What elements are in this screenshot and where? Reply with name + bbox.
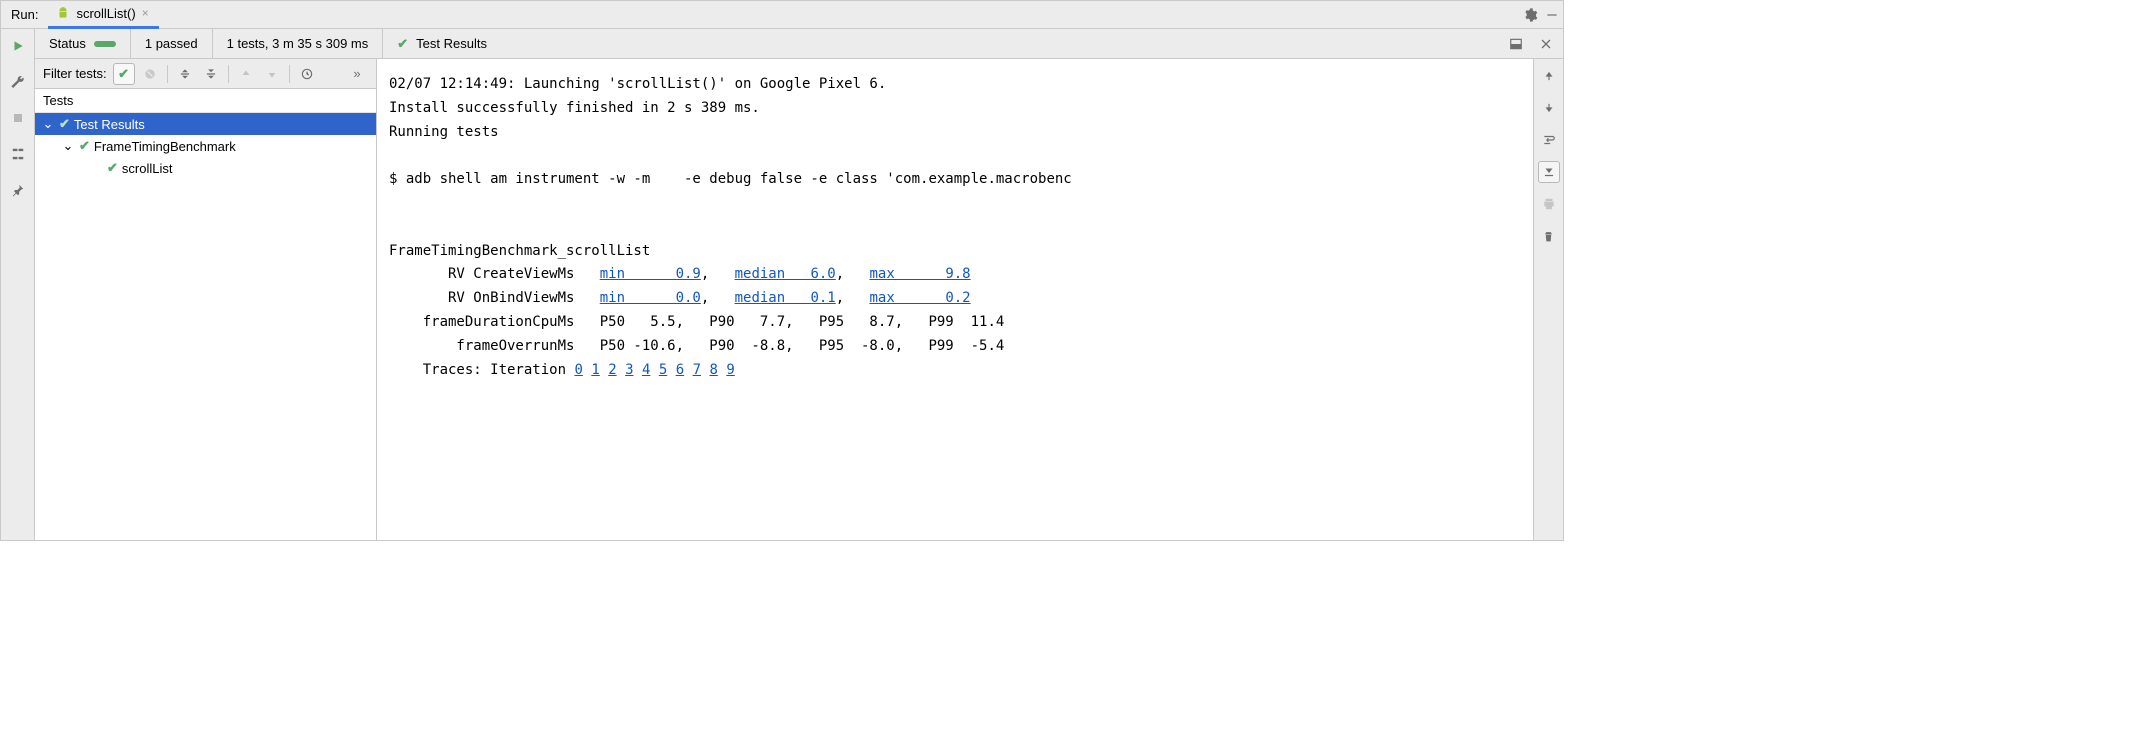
filter-label: Filter tests: <box>43 66 107 81</box>
layout-button[interactable] <box>7 143 29 165</box>
tests-tree[interactable]: ⌄ ✔ Test Results ⌄ ✔ FrameTimingBenchmar… <box>35 113 376 540</box>
metric-link[interactable]: min 0.9 <box>600 266 701 282</box>
tree-root[interactable]: ⌄ ✔ Test Results <box>35 113 376 135</box>
tree-class-label: FrameTimingBenchmark <box>94 139 236 154</box>
show-ignored-button[interactable] <box>139 63 161 85</box>
run-button[interactable] <box>7 35 29 57</box>
status-cell-summary: 1 tests, 3 m 35 s 309 ms <box>213 29 383 58</box>
expand-all-button[interactable] <box>174 63 196 85</box>
trace-iteration-link[interactable]: 4 <box>642 362 650 378</box>
close-console-button[interactable] <box>1535 33 1557 55</box>
left-gutter <box>1 29 35 540</box>
toggle-layout-button[interactable] <box>1505 33 1527 55</box>
print-button[interactable] <box>1538 193 1560 215</box>
console-pane: 02/07 12:14:49: Launching 'scrollList()'… <box>377 59 1563 540</box>
trace-iteration-link[interactable]: 2 <box>608 362 616 378</box>
trace-iteration-link[interactable]: 7 <box>693 362 701 378</box>
scroll-up-button[interactable] <box>1538 65 1560 87</box>
minimize-button[interactable] <box>1541 4 1563 26</box>
console-title: Test Results <box>416 36 487 51</box>
console-right-gutter <box>1533 59 1563 540</box>
soft-wrap-button[interactable] <box>1538 129 1560 151</box>
check-icon: ✔ <box>59 116 70 132</box>
prev-failed-button[interactable] <box>235 63 257 85</box>
wrench-button[interactable] <box>7 71 29 93</box>
pass-pill-icon <box>94 41 116 47</box>
metric-link[interactable]: median 6.0 <box>735 266 836 282</box>
stop-button[interactable] <box>7 107 29 129</box>
trace-iteration-link[interactable]: 3 <box>625 362 633 378</box>
check-icon: ✔ <box>107 160 118 176</box>
status-cell-passed: 1 passed <box>131 29 213 58</box>
console-output[interactable]: 02/07 12:14:49: Launching 'scrollList()'… <box>377 59 1533 540</box>
run-panel: Run: scrollList() × <box>0 0 1564 541</box>
history-button[interactable] <box>296 63 318 85</box>
clear-button[interactable] <box>1538 225 1560 247</box>
metric-link[interactable]: median 0.1 <box>735 290 836 306</box>
run-label: Run: <box>1 7 48 22</box>
tabbar: Run: scrollList() × <box>1 1 1563 29</box>
passed-count: 1 passed <box>145 36 198 51</box>
metric-link[interactable]: min 0.0 <box>600 290 701 306</box>
trace-iteration-link[interactable]: 0 <box>574 362 582 378</box>
run-tab-scrolllist[interactable]: scrollList() × <box>48 1 158 29</box>
scroll-down-button[interactable] <box>1538 97 1560 119</box>
trace-iteration-link[interactable]: 6 <box>676 362 684 378</box>
tree-test[interactable]: ✔ scrollList <box>35 157 376 179</box>
status-bar: Status 1 passed 1 tests, 3 m 35 s 309 ms… <box>35 29 1563 59</box>
chevron-down-icon: ⌄ <box>41 116 55 132</box>
tests-header: Tests <box>35 89 376 113</box>
filter-bar: Filter tests: ✔ <box>35 59 376 89</box>
tests-tree-pane: Filter tests: ✔ <box>35 59 377 540</box>
metric-link[interactable]: max 0.2 <box>869 290 970 306</box>
status-cell-state: Status <box>35 29 131 58</box>
status-label: Status <box>49 36 86 51</box>
check-icon: ✔ <box>397 36 408 52</box>
pin-button[interactable] <box>7 179 29 201</box>
show-passed-button[interactable]: ✔ <box>113 63 135 85</box>
collapse-all-button[interactable] <box>200 63 222 85</box>
settings-button[interactable] <box>1519 4 1541 26</box>
check-icon: ✔ <box>79 138 90 154</box>
console-title-cell: ✔ Test Results <box>383 29 1499 58</box>
test-summary: 1 tests, 3 m 35 s 309 ms <box>227 36 369 51</box>
trace-iteration-link[interactable]: 5 <box>659 362 667 378</box>
trace-iteration-link[interactable]: 9 <box>726 362 734 378</box>
close-tab-icon[interactable]: × <box>142 6 149 20</box>
tree-class[interactable]: ⌄ ✔ FrameTimingBenchmark <box>35 135 376 157</box>
tree-root-label: Test Results <box>74 117 145 132</box>
trace-iteration-link[interactable]: 1 <box>591 362 599 378</box>
android-icon <box>56 6 70 20</box>
tab-label: scrollList() <box>76 6 135 21</box>
metric-link[interactable]: max 9.8 <box>869 266 970 282</box>
next-failed-button[interactable] <box>261 63 283 85</box>
trace-iteration-link[interactable]: 8 <box>709 362 717 378</box>
more-filters-button[interactable]: » <box>346 63 368 85</box>
chevron-down-icon: ⌄ <box>61 138 75 154</box>
tree-test-label: scrollList <box>122 161 173 176</box>
scroll-to-end-button[interactable] <box>1538 161 1560 183</box>
